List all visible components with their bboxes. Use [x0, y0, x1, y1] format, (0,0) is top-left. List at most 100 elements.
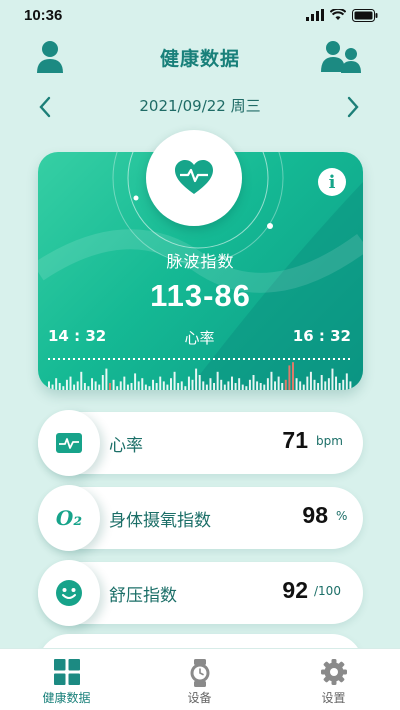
tab-label: 设备 [187, 691, 212, 705]
metric-unit: /100 [314, 584, 341, 598]
heart-rate-bar [245, 386, 248, 390]
metric-label: 舒压指数 [109, 586, 177, 606]
heart-rate-bar [281, 383, 284, 390]
heart-badge [146, 130, 242, 226]
heart-rate-bar [220, 379, 223, 390]
tab-label: 健康数据 [42, 691, 91, 705]
heart-rate-bar [187, 376, 190, 390]
heart-rate-bar [170, 378, 172, 390]
heart-rate-bar [162, 381, 165, 390]
heart-rate-bar [331, 368, 334, 390]
date-navigator: 2021/09/22 周三 [0, 90, 400, 122]
heart-rate-bar [317, 383, 320, 390]
heart-rate-bar [209, 378, 212, 390]
heart-rate-bar [327, 378, 330, 390]
metric-value: 71 [282, 427, 308, 453]
heart-rate-bar [238, 378, 241, 390]
heart-rate-bar [87, 386, 90, 390]
metric-label: 身体摄氧指数 [109, 511, 211, 531]
heart-rate-bar [173, 371, 176, 390]
heart-pulse-icon [175, 160, 213, 194]
metric-label: 心率 [109, 436, 143, 456]
heart-rate-bar [166, 384, 169, 390]
heart-rate-bar [299, 381, 302, 390]
metric-value: 92 [282, 577, 308, 603]
heart-rate-bar [202, 381, 205, 390]
heart-rate-bar [345, 373, 348, 390]
heart-rate-bar [94, 381, 97, 390]
heart-rate-bar [302, 384, 305, 390]
heart-rate-bar [227, 381, 230, 390]
heart-rate-bar [266, 378, 269, 390]
heart-rate-bar [252, 375, 255, 390]
heart-rate-bar [83, 383, 86, 390]
heart-rate-bar [101, 375, 104, 390]
date-label[interactable]: 2021/09/22 周三 [0, 95, 400, 116]
pulse-icon [56, 433, 82, 453]
heart-rate-bar [231, 376, 233, 390]
metric-unit: % [336, 509, 348, 523]
heart-rate-bar [313, 379, 316, 390]
heart-rate-bar [116, 386, 119, 390]
heart-rate-bar [58, 383, 61, 390]
heart-rate-bar [195, 368, 198, 390]
heart-rate-bar [256, 381, 259, 390]
grid-icon [53, 659, 80, 685]
tab-health-data[interactable]: 健康数据 [0, 649, 133, 710]
heart-rate-bar [155, 383, 158, 390]
heart-rate-bar [277, 376, 280, 390]
tab-label: 设置 [321, 691, 346, 705]
heart-rate-bar [177, 383, 180, 390]
heart-rate-bar [216, 371, 219, 390]
heart-rate-bar [109, 383, 111, 390]
heart-rate-bar [126, 384, 129, 390]
heart-rate-bar [55, 378, 58, 390]
heart-rate-bar [338, 383, 341, 390]
tab-settings[interactable]: 设置 [267, 649, 400, 710]
heart-rate-bar [62, 386, 65, 390]
gear-icon [320, 659, 347, 685]
heart-rate-bar [134, 373, 137, 390]
heart-rate-bar [295, 378, 298, 390]
heart-rate-bar [223, 384, 226, 390]
heart-rate-bar [76, 381, 79, 390]
heart-rate-bar [69, 376, 72, 390]
heart-rate-bar [241, 384, 244, 390]
heart-rate-bar [292, 362, 294, 390]
heart-rate-bar [274, 381, 277, 390]
chevron-right-icon[interactable] [346, 96, 360, 118]
status-icons [306, 8, 378, 22]
info-button[interactable]: i [318, 168, 346, 196]
heart-rate-bar [98, 384, 101, 390]
metric-unit: bpm [316, 434, 343, 448]
watch-icon [190, 659, 209, 687]
pulse-index-label: 脉波指数 [166, 252, 235, 271]
heart-rate-bar [335, 376, 338, 390]
heart-rate-bar [130, 383, 133, 390]
heart-rate-bar [123, 376, 126, 390]
metric-icon-wrap: O₂ [38, 485, 100, 551]
end-time: 16 : 32 [292, 327, 351, 345]
heart-rate-bar [309, 371, 312, 390]
heart-rate-bar [259, 383, 262, 390]
metric-stress[interactable]: 舒压指数 92 /100 [38, 560, 363, 626]
heart-rate-bar [205, 384, 208, 390]
smile-icon [56, 580, 82, 606]
heart-rate-bar [141, 378, 144, 390]
metric-spo2[interactable]: O₂ 身体摄氧指数 98 % [38, 485, 363, 551]
heart-rate-bar [234, 383, 237, 390]
heart-rate-bar [306, 376, 309, 390]
heart-rate-bar [248, 379, 251, 390]
metric-heart-rate[interactable]: 心率 71 bpm [38, 410, 363, 476]
family-icon[interactable] [320, 40, 362, 74]
heart-rate-bar [159, 376, 162, 390]
heart-rate-bar [180, 381, 183, 390]
heart-rate-bar [284, 379, 287, 390]
signal-icon [306, 9, 324, 21]
tab-device[interactable]: 设备 [133, 649, 266, 710]
time-range-row: 14 : 32 心率 16 : 32 [48, 327, 351, 349]
status-time: 10:36 [24, 6, 63, 24]
heart-rate-bar [119, 381, 122, 390]
heart-rate-bar [137, 381, 140, 390]
heart-rate-bar [112, 379, 115, 390]
